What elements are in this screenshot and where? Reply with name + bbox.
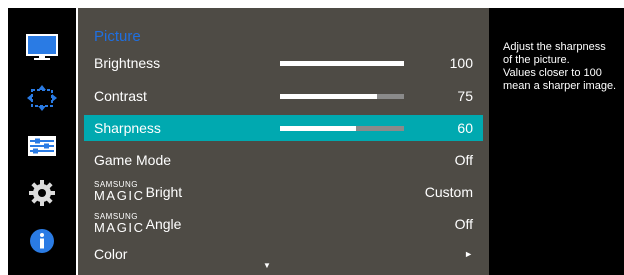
menu-item-label: SAMSUNG MAGIC Angle xyxy=(94,211,181,237)
menu-title: Picture xyxy=(94,28,141,45)
menu-item-magic-bright[interactable]: SAMSUNG MAGIC Bright Custom xyxy=(84,179,483,205)
help-panel: Adjust the sharpness of the picture. Val… xyxy=(489,8,624,275)
menu-item-brightness[interactable]: Brightness 100 xyxy=(84,50,483,76)
slider-fill xyxy=(280,61,404,66)
menu-item-value: 60 xyxy=(457,120,473,136)
magic-text: MAGIC xyxy=(94,187,145,203)
menu-item-label: Sharpness xyxy=(94,120,161,136)
menu-item-magic-angle[interactable]: SAMSUNG MAGIC Angle Off xyxy=(84,211,483,237)
osd-menu: Picture Brightness 100 Contrast 75 Sharp… xyxy=(8,8,489,275)
menu-item-label: Brightness xyxy=(94,55,161,71)
menu-item-value: Custom xyxy=(424,184,473,200)
menu-item-value: Off xyxy=(454,152,473,168)
gear-icon[interactable] xyxy=(25,178,59,208)
menu-item-value: 100 xyxy=(449,55,473,71)
screen: Picture Brightness 100 Contrast 75 Sharp… xyxy=(0,0,624,275)
osd-icon-sidebar xyxy=(8,8,76,275)
menu-item-value: 75 xyxy=(457,88,473,104)
magic-angle-label: Angle xyxy=(145,216,182,232)
menu-item-value: Off xyxy=(454,216,473,232)
menu-item-color[interactable]: Color ► xyxy=(84,241,483,267)
menu-item-sharpness[interactable]: Sharpness 60 xyxy=(84,115,483,141)
menu-item-game-mode[interactable]: Game Mode Off xyxy=(84,147,483,173)
monitor-icon[interactable] xyxy=(25,33,59,63)
magic-bright-label: Bright xyxy=(145,184,183,200)
resize-arrows-icon[interactable] xyxy=(25,83,59,113)
slider-fill xyxy=(280,94,377,99)
menu-item-label: Contrast xyxy=(94,88,147,104)
brightness-slider[interactable] xyxy=(280,61,404,66)
help-text: Adjust the sharpness of the picture. Val… xyxy=(503,41,617,92)
menu-item-label: Game Mode xyxy=(94,152,172,168)
menu-item-label: SAMSUNG MAGIC Bright xyxy=(94,179,182,205)
sharpness-slider[interactable] xyxy=(280,126,404,131)
submenu-arrow-icon: ► xyxy=(464,249,473,259)
samsung-magic-logo: SAMSUNG MAGIC xyxy=(94,180,145,203)
scroll-down-icon[interactable]: ▼ xyxy=(263,261,271,270)
contrast-slider[interactable] xyxy=(280,94,404,99)
info-icon[interactable] xyxy=(25,226,59,256)
menu-settings-icon[interactable] xyxy=(25,131,59,161)
samsung-magic-logo: SAMSUNG MAGIC xyxy=(94,212,145,235)
magic-text: MAGIC xyxy=(94,219,145,235)
menu-item-contrast[interactable]: Contrast 75 xyxy=(84,83,483,109)
slider-fill xyxy=(280,126,356,131)
osd-content: Picture Brightness 100 Contrast 75 Sharp… xyxy=(78,8,489,275)
menu-item-label: Color xyxy=(94,246,128,262)
